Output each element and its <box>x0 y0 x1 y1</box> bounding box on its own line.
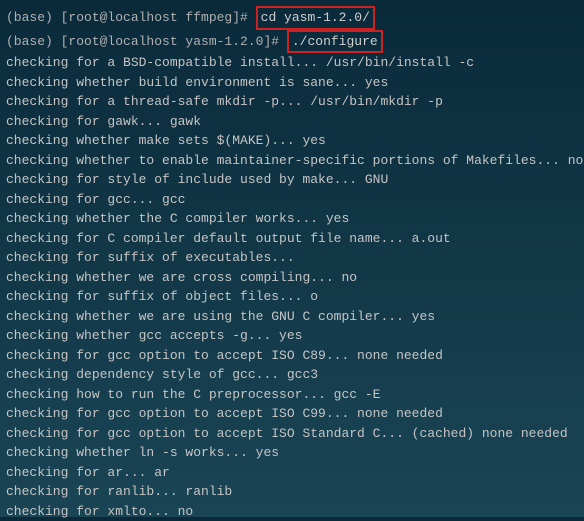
output-line: checking for xmlto... no <box>6 502 578 521</box>
output-line: checking whether build environment is sa… <box>6 73 578 93</box>
output-line: checking for C compiler default output f… <box>6 229 578 249</box>
prompt-line-2: (base) [root@localhost yasm-1.2.0]# ./co… <box>6 30 578 54</box>
output-line: checking for gcc option to accept ISO C9… <box>6 404 578 424</box>
output-line: checking for a BSD-compatible install...… <box>6 53 578 73</box>
output-line: checking for suffix of object files... o <box>6 287 578 307</box>
output-line: checking for gcc option to accept ISO C8… <box>6 346 578 366</box>
output-line: checking for gcc... gcc <box>6 190 578 210</box>
output-line: checking for suffix of executables... <box>6 248 578 268</box>
output-line: checking for a thread-safe mkdir -p... /… <box>6 92 578 112</box>
prompt-env: (base) <box>6 34 61 49</box>
output-line: checking whether to enable maintainer-sp… <box>6 151 578 171</box>
command-highlight-cd: cd yasm-1.2.0/ <box>256 6 375 30</box>
prompt-user-host: [root@localhost ffmpeg]# <box>61 10 256 25</box>
prompt-env: (base) <box>6 10 61 25</box>
output-line: checking how to run the C preprocessor..… <box>6 385 578 405</box>
prompt-line-1: (base) [root@localhost ffmpeg]# cd yasm-… <box>6 6 578 30</box>
output-line: checking for style of include used by ma… <box>6 170 578 190</box>
output-line: checking for ranlib... ranlib <box>6 482 578 502</box>
output-line: checking whether gcc accepts -g... yes <box>6 326 578 346</box>
command-highlight-configure: ./configure <box>287 30 383 54</box>
output-line: checking whether we are using the GNU C … <box>6 307 578 327</box>
output-line: checking for ar... ar <box>6 463 578 483</box>
output-line: checking whether ln -s works... yes <box>6 443 578 463</box>
output-line: checking whether the C compiler works...… <box>6 209 578 229</box>
output-line: checking whether we are cross compiling.… <box>6 268 578 288</box>
output-line: checking dependency style of gcc... gcc3 <box>6 365 578 385</box>
output-line: checking for gcc option to accept ISO St… <box>6 424 578 444</box>
output-line: checking whether make sets $(MAKE)... ye… <box>6 131 578 151</box>
output-line: checking for gawk... gawk <box>6 112 578 132</box>
prompt-user-host: [root@localhost yasm-1.2.0]# <box>61 34 287 49</box>
